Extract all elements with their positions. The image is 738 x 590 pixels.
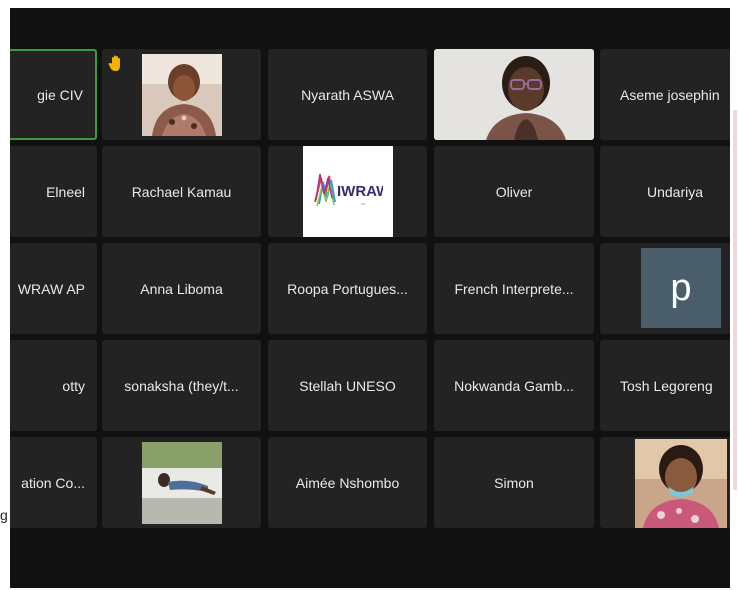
- participant-tile[interactable]: sonaksha (they/t...: [102, 340, 261, 431]
- participant-name: Elneel: [46, 183, 85, 200]
- participant-name: French Interprete...: [454, 280, 574, 297]
- gallery-grid: gie CIV Nyarath ASWA Aseme josephin Elne…: [10, 8, 730, 536]
- participant-name: Nokwanda Gamb...: [454, 377, 574, 394]
- participant-tile-logo[interactable]: IWRAW AP: [268, 146, 427, 237]
- participant-tile-avatar[interactable]: p: [600, 243, 730, 334]
- participant-tile[interactable]: Elneel: [10, 146, 97, 237]
- participant-tile[interactable]: Aseme josephin: [600, 49, 730, 140]
- iwraw-logo: IWRAW AP: [303, 146, 393, 237]
- participant-tile[interactable]: Anna Liboma: [102, 243, 261, 334]
- participant-video: [434, 49, 594, 140]
- participant-tile[interactable]: Nokwanda Gamb...: [434, 340, 594, 431]
- participant-tile[interactable]: Undariya: [600, 146, 730, 237]
- participant-tile[interactable]: Simon: [434, 437, 594, 528]
- participant-name: Aseme josephin: [620, 86, 720, 103]
- participant-tile[interactable]: Oliver: [434, 146, 594, 237]
- participant-name: sonaksha (they/t...: [124, 377, 239, 394]
- participant-name: Rachael Kamau: [131, 183, 232, 200]
- participant-tile[interactable]: otty: [10, 340, 97, 431]
- participant-tile-photo[interactable]: [600, 437, 730, 528]
- svg-text:AP: AP: [361, 202, 365, 206]
- participant-name: Anna Liboma: [140, 280, 223, 297]
- participant-tile-raised-hand[interactable]: [102, 49, 261, 140]
- participant-tile[interactable]: Aimée Nshombo: [268, 437, 427, 528]
- participant-tile[interactable]: Rachael Kamau: [102, 146, 261, 237]
- participant-name: otty: [62, 377, 85, 394]
- avatar: p: [641, 248, 721, 328]
- participant-tile[interactable]: French Interprete...: [434, 243, 594, 334]
- participant-photo: [635, 439, 727, 528]
- participant-name: Oliver: [495, 183, 533, 200]
- side-panel-edge: [733, 110, 737, 490]
- participant-name: Stellah UNESO: [299, 377, 396, 394]
- participant-name: Roopa Portugues...: [287, 280, 408, 297]
- participant-name: ation Co...: [21, 474, 85, 491]
- participant-name: Simon: [494, 474, 534, 491]
- participant-tile-video[interactable]: [434, 49, 594, 140]
- participant-name: Tosh Legoreng: [620, 377, 713, 394]
- participant-tile[interactable]: WRAW AP: [10, 243, 97, 334]
- iwraw-logo-mark: IWRAW AP: [314, 173, 383, 206]
- participant-photo: [142, 54, 222, 136]
- participant-tile-photo[interactable]: [102, 437, 261, 528]
- participant-tile[interactable]: gie CIV: [10, 49, 97, 140]
- participant-name: WRAW AP: [17, 280, 85, 297]
- meeting-window: gie CIV Nyarath ASWA Aseme josephin Elne…: [10, 8, 730, 588]
- stray-text: g: [0, 507, 8, 523]
- raised-hand-icon: [108, 55, 120, 71]
- participant-tile[interactable]: ation Co...: [10, 437, 97, 528]
- participant-name: Nyarath ASWA: [301, 86, 394, 103]
- bottom-bar: [10, 536, 730, 588]
- participant-name: Aimée Nshombo: [295, 474, 400, 491]
- svg-text:IWRAW: IWRAW: [337, 183, 383, 200]
- participant-tile[interactable]: Roopa Portugues...: [268, 243, 427, 334]
- participant-name: gie CIV: [37, 86, 83, 103]
- participant-tile[interactable]: Nyarath ASWA: [268, 49, 427, 140]
- participant-photo: [142, 442, 222, 524]
- participant-name: Undariya: [647, 183, 704, 200]
- participant-tile[interactable]: Tosh Legoreng: [600, 340, 730, 431]
- participant-tile[interactable]: Stellah UNESO: [268, 340, 427, 431]
